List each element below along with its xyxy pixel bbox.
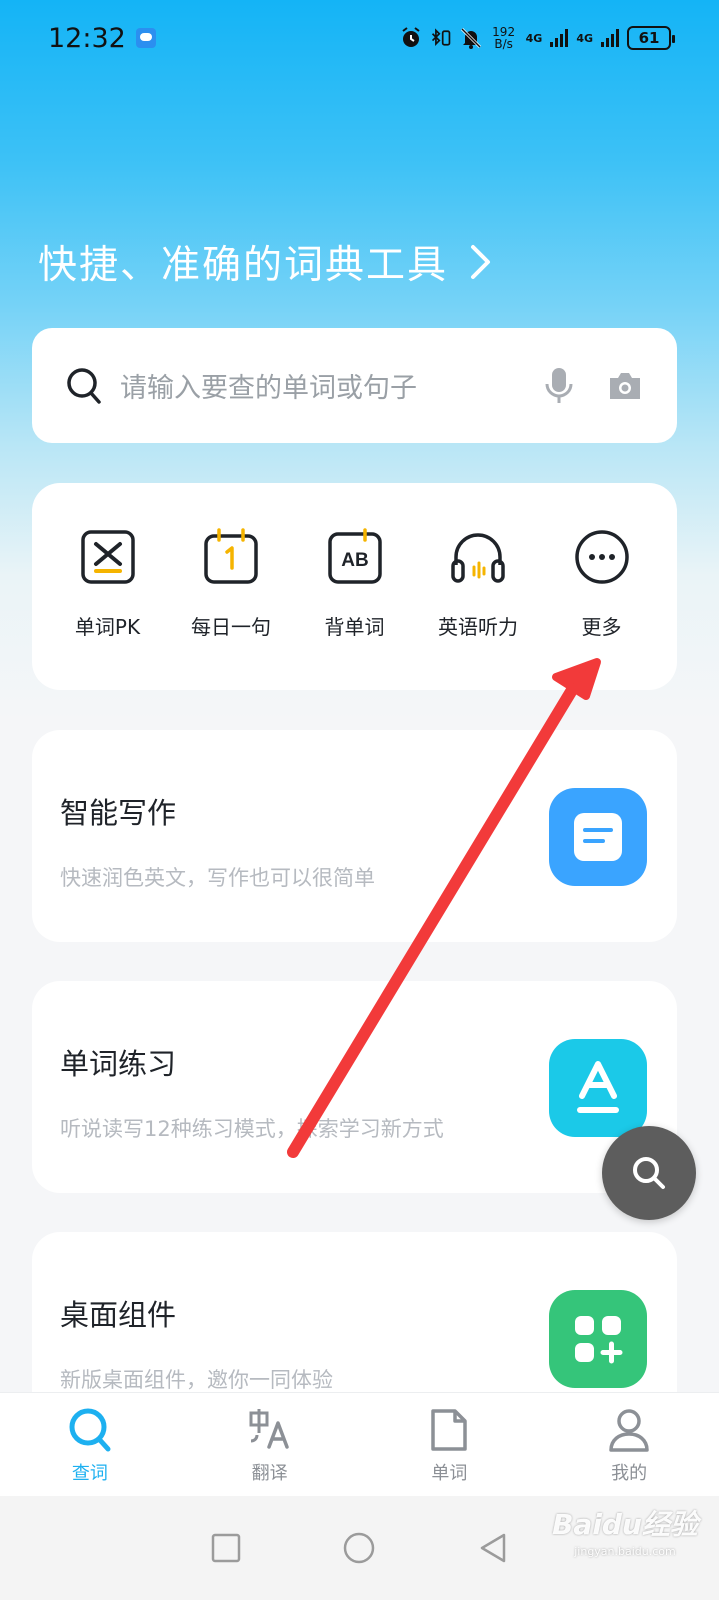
floating-search-button[interactable] — [602, 1126, 696, 1220]
search-icon — [69, 1408, 111, 1452]
quick-action-word-pk[interactable]: 单词PK — [46, 527, 169, 690]
feature-card-smart-writing[interactable]: 智能写作 快速润色英文，写作也可以很简单 — [32, 730, 677, 942]
weather-icon — [135, 28, 156, 48]
document-icon — [549, 788, 647, 886]
calendar-icon — [204, 528, 258, 584]
status-time-group: 12:32 — [48, 23, 156, 54]
headphones-icon — [451, 533, 505, 583]
status-bar: 12:32 192 B/s 4G 4G 61 — [0, 0, 719, 76]
tab-lookup[interactable]: 查词 — [30, 1407, 150, 1496]
ab-card-icon: AB — [327, 528, 382, 584]
bottom-tab-bar: 查词 翻译 单词 我的 — [0, 1392, 719, 1496]
chevron-right-icon — [471, 245, 491, 279]
network-type-1: 4G — [525, 31, 543, 45]
slogan-link[interactable]: 快捷、准确的词典工具 — [38, 232, 492, 292]
widgets-icon — [549, 1290, 647, 1388]
quick-action-label: 更多 — [581, 615, 622, 639]
letter-a-icon — [549, 1039, 647, 1137]
slogan-text: 快捷、准确的词典工具 — [38, 243, 449, 288]
quick-action-memorize-words[interactable]: AB 背单词 — [293, 527, 416, 690]
search-icon — [633, 1157, 665, 1189]
search-actions — [545, 367, 643, 405]
quick-action-label: 背单词 — [324, 615, 385, 639]
home-icon[interactable] — [343, 1532, 375, 1564]
status-indicators: 192 B/s 4G 4G 61 — [400, 25, 675, 51]
quick-action-listening[interactable]: 英语听力 — [417, 527, 540, 690]
word-pk-icon — [80, 530, 135, 584]
microphone-icon[interactable] — [545, 367, 573, 405]
tab-words[interactable]: 单词 — [389, 1407, 509, 1496]
back-icon[interactable] — [478, 1532, 508, 1564]
quick-action-label: 每日一句 — [191, 615, 271, 639]
tab-profile[interactable]: 我的 — [569, 1407, 689, 1496]
network-type-2: 4G — [576, 31, 593, 45]
recent-apps-icon[interactable] — [211, 1533, 241, 1563]
quick-action-more[interactable]: 更多 — [540, 527, 663, 690]
alarm-icon — [400, 27, 422, 49]
translate-icon — [249, 1409, 289, 1449]
svg-text:AB: AB — [341, 550, 368, 571]
more-icon — [574, 530, 629, 584]
tab-label: 单词 — [431, 1463, 468, 1484]
tab-label: 我的 — [611, 1463, 648, 1484]
mute-bell-icon — [460, 27, 482, 49]
watermark-sub-text: jingyan.baidu.com — [574, 1544, 676, 1558]
file-icon — [431, 1409, 468, 1451]
quick-action-label: 英语听力 — [438, 615, 518, 639]
tab-translate[interactable]: 翻译 — [210, 1407, 330, 1496]
tab-label: 查词 — [71, 1463, 108, 1484]
status-time: 12:32 — [48, 22, 126, 54]
tab-label: 翻译 — [251, 1463, 288, 1484]
signal-strength-icon — [601, 29, 619, 47]
search-icon — [67, 367, 101, 404]
quick-action-label: 单词PK — [74, 615, 141, 639]
search-placeholder: 请输入要查的单词或句子 — [120, 373, 417, 404]
profile-icon — [609, 1409, 649, 1452]
signal-strength-icon — [550, 29, 569, 47]
bluetooth-vibrate-icon — [430, 27, 452, 49]
baidu-jingyan-watermark: Baidu经验 jingyan.baidu.com — [540, 1500, 710, 1560]
network-speed: 192 B/s — [492, 25, 516, 51]
quick-action-daily-sentence[interactable]: 每日一句 — [170, 527, 293, 690]
battery-level: 61 — [638, 29, 660, 47]
feature-card-word-practice[interactable]: 单词练习 听说读写12种练习模式，探索学习新方式 — [32, 981, 677, 1193]
battery-icon: 61 — [627, 26, 675, 50]
search-input[interactable]: 请输入要查的单词或句子 — [32, 328, 677, 443]
quick-actions-card: 单词PK 每日一句 AB 背单词 英语听力 更多 — [32, 483, 677, 690]
watermark-main-text: Baidu经验 — [552, 1507, 698, 1541]
camera-icon[interactable] — [607, 371, 643, 401]
